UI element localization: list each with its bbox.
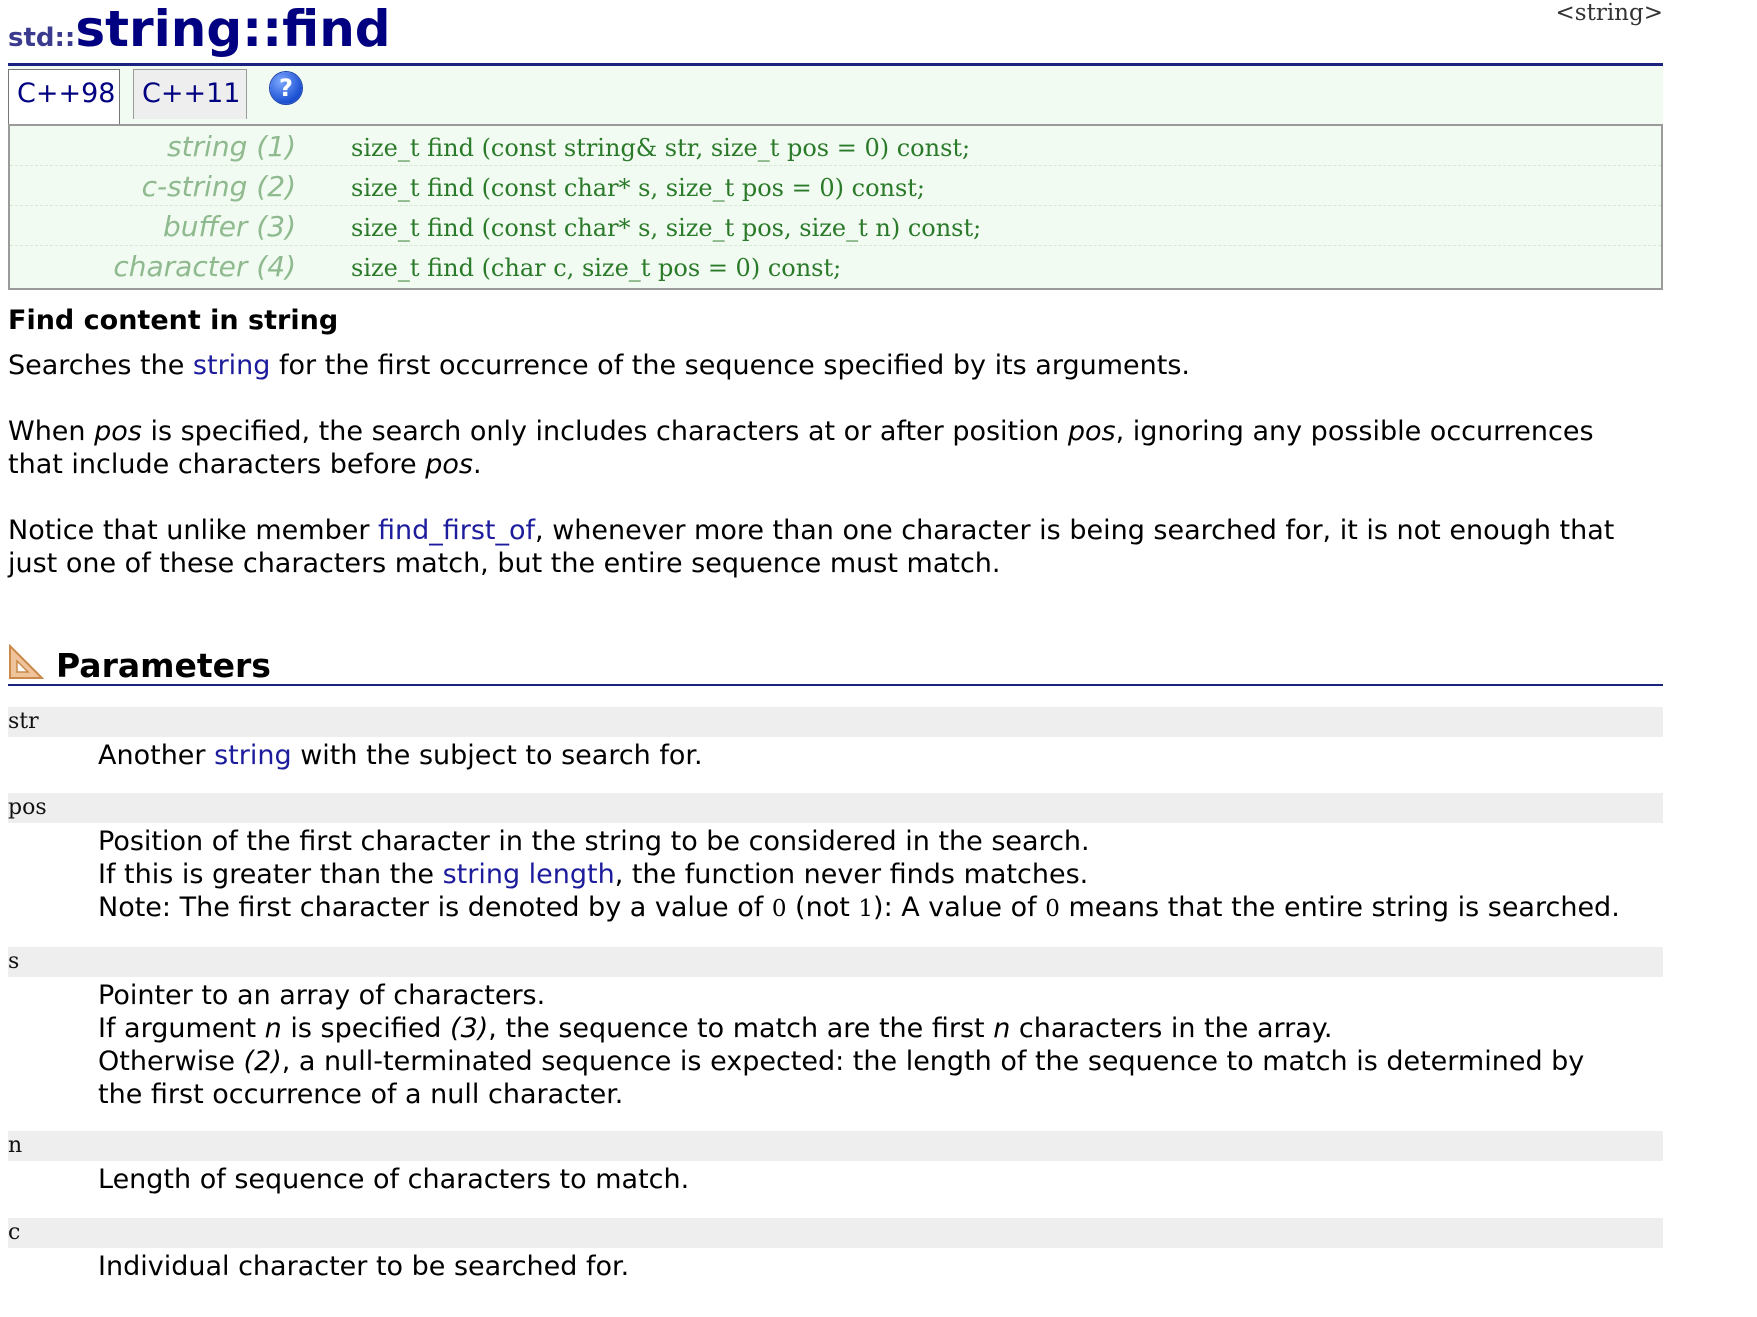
parameters-title: Parameters — [56, 646, 271, 685]
prototype-label: character (4) — [113, 250, 296, 283]
string-link[interactable]: string — [193, 350, 271, 381]
param-name-n: n — [8, 1131, 1663, 1161]
prototype-row: buffer (3) size_t find (const char* s, s… — [10, 206, 1661, 246]
prototype-code: size_t find (char c, size_t pos = 0) con… — [351, 254, 842, 282]
standard-tabs: C++98 C++11 ? — [8, 66, 1663, 124]
param-desc-s: Pointer to an array of characters. If ar… — [98, 980, 1585, 1110]
page-title: std::string::find — [8, 0, 391, 58]
section-rule — [8, 684, 1663, 686]
prototype-row: c-string (2) size_t find (const char* s,… — [10, 166, 1661, 206]
set-square-icon — [9, 644, 44, 679]
string-length-link[interactable]: string length — [443, 859, 615, 890]
prototype-label: string (1) — [167, 130, 296, 163]
param-desc-n: Length of sequence of characters to matc… — [98, 1164, 690, 1195]
param-desc-c: Individual character to be searched for. — [98, 1251, 630, 1282]
prototype-box: string (1) size_t find (const string& st… — [8, 124, 1663, 290]
param-name-pos: pos — [8, 793, 1663, 823]
description-heading: Find content in string — [8, 305, 339, 336]
description-paragraph-3: Notice that unlike member find_first_of,… — [8, 515, 1615, 579]
param-desc-pos: Position of the first character in the s… — [98, 826, 1620, 923]
header-file-link[interactable]: <string> — [1556, 0, 1663, 26]
description-paragraph-1: Searches the string for the first occurr… — [8, 350, 1190, 381]
prototype-label: buffer (3) — [162, 210, 296, 243]
description-paragraph-2: When pos is specified, the search only i… — [8, 416, 1594, 480]
prototype-row: character (4) size_t find (char c, size_… — [10, 246, 1661, 285]
prototype-code: size_t find (const string& str, size_t p… — [351, 134, 971, 162]
help-icon[interactable]: ? — [270, 72, 302, 104]
param-name-str: str — [8, 707, 1663, 737]
prototype-code: size_t find (const char* s, size_t pos =… — [351, 174, 926, 202]
tab-cpp11[interactable]: C++11 — [133, 69, 247, 119]
param-name-s: s — [8, 947, 1663, 977]
find-first-of-link[interactable]: find_first_of — [378, 515, 535, 546]
param-desc-str: Another string with the subject to searc… — [98, 740, 703, 771]
prototype-row: string (1) size_t find (const string& st… — [10, 126, 1661, 166]
prototype-label: c-string (2) — [141, 170, 296, 203]
page-header: std::string::find <string> — [8, 0, 1663, 66]
prototype-code: size_t find (const char* s, size_t pos, … — [351, 214, 982, 242]
title-function: string::find — [75, 0, 391, 58]
parameters-section-header: Parameters — [8, 644, 1663, 686]
param-name-c: c — [8, 1218, 1663, 1248]
tab-cpp98[interactable]: C++98 — [8, 69, 120, 124]
title-namespace: std:: — [8, 23, 76, 53]
reference-page: std::string::find <string> C++98 C++11 ?… — [8, 0, 1663, 1282]
string-link[interactable]: string — [214, 740, 292, 771]
